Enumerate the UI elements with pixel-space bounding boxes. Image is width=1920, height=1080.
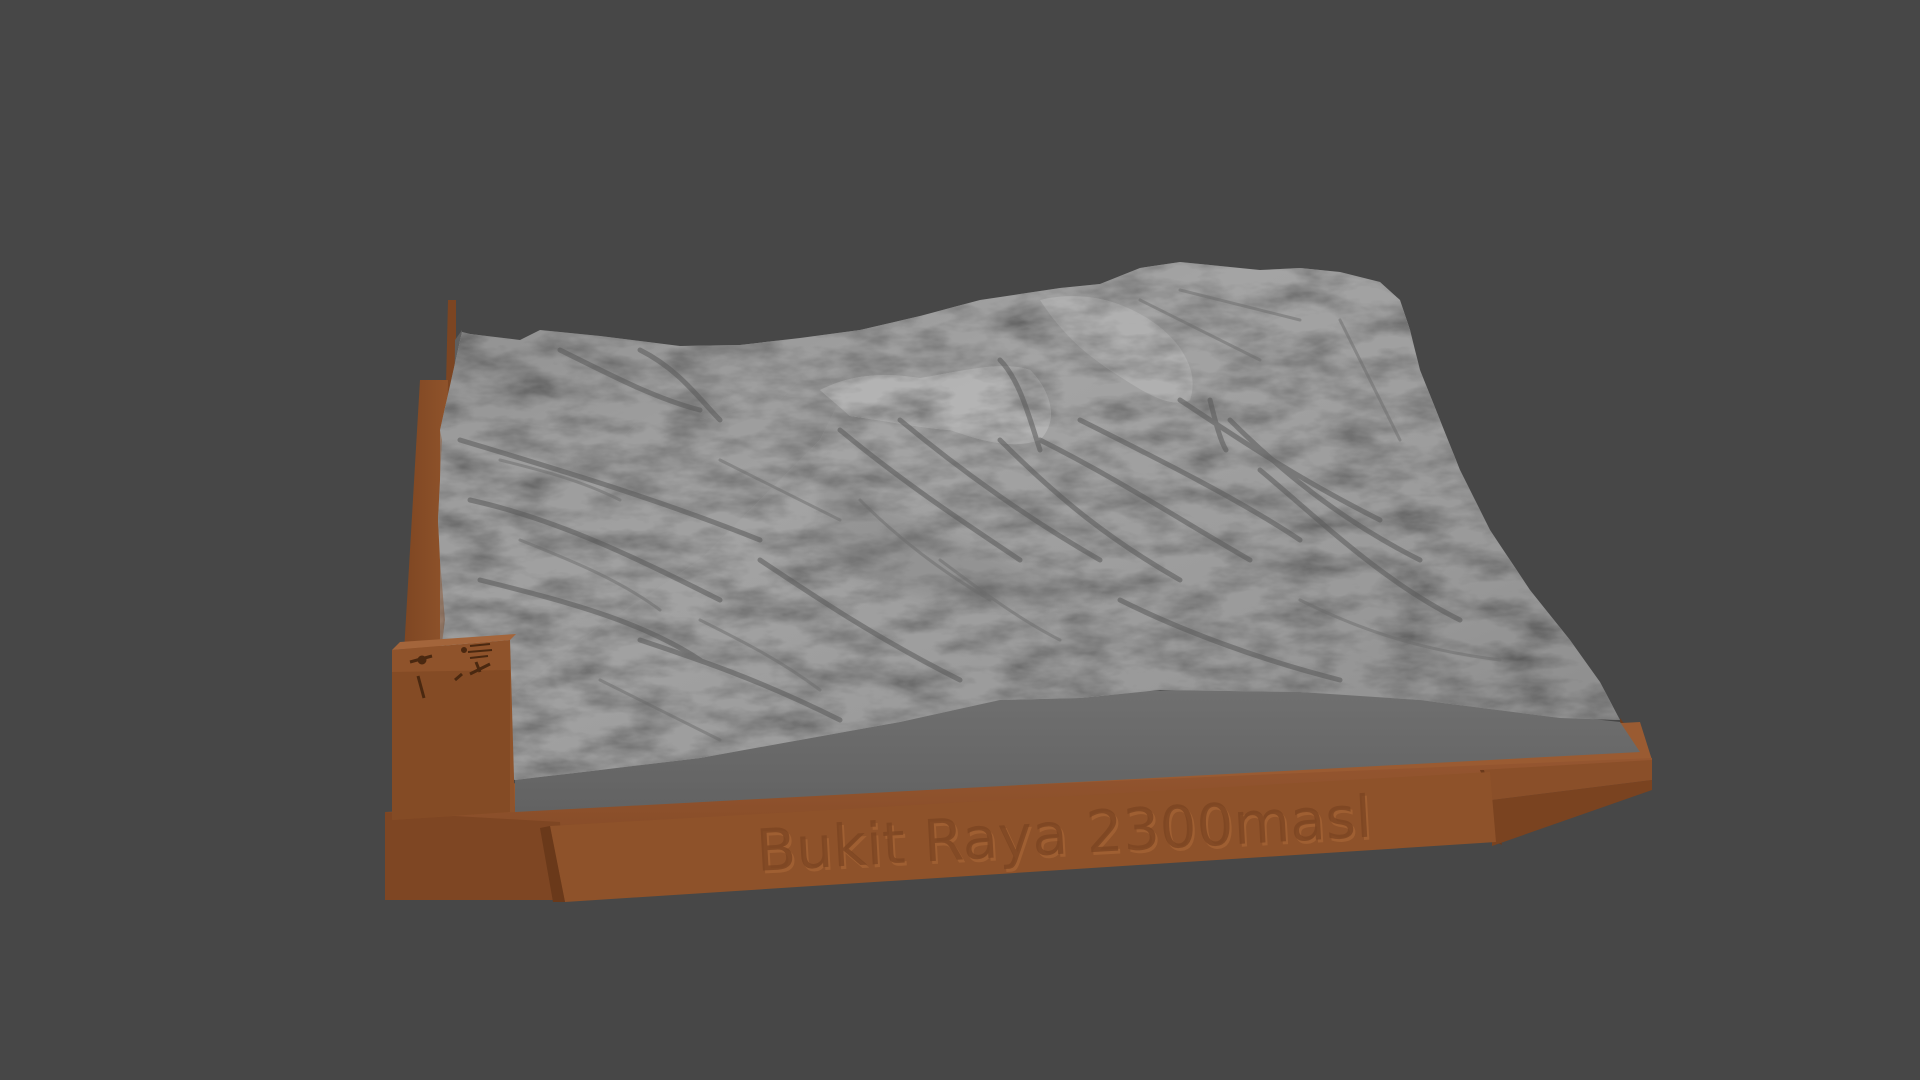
terrain-model-render: Bukit Raya 2300masl Bukit Raya 2300masl (385, 262, 1652, 902)
3d-viewport[interactable]: Bukit Raya 2300masl Bukit Raya 2300masl (0, 0, 1920, 1080)
badge-block (392, 634, 516, 820)
